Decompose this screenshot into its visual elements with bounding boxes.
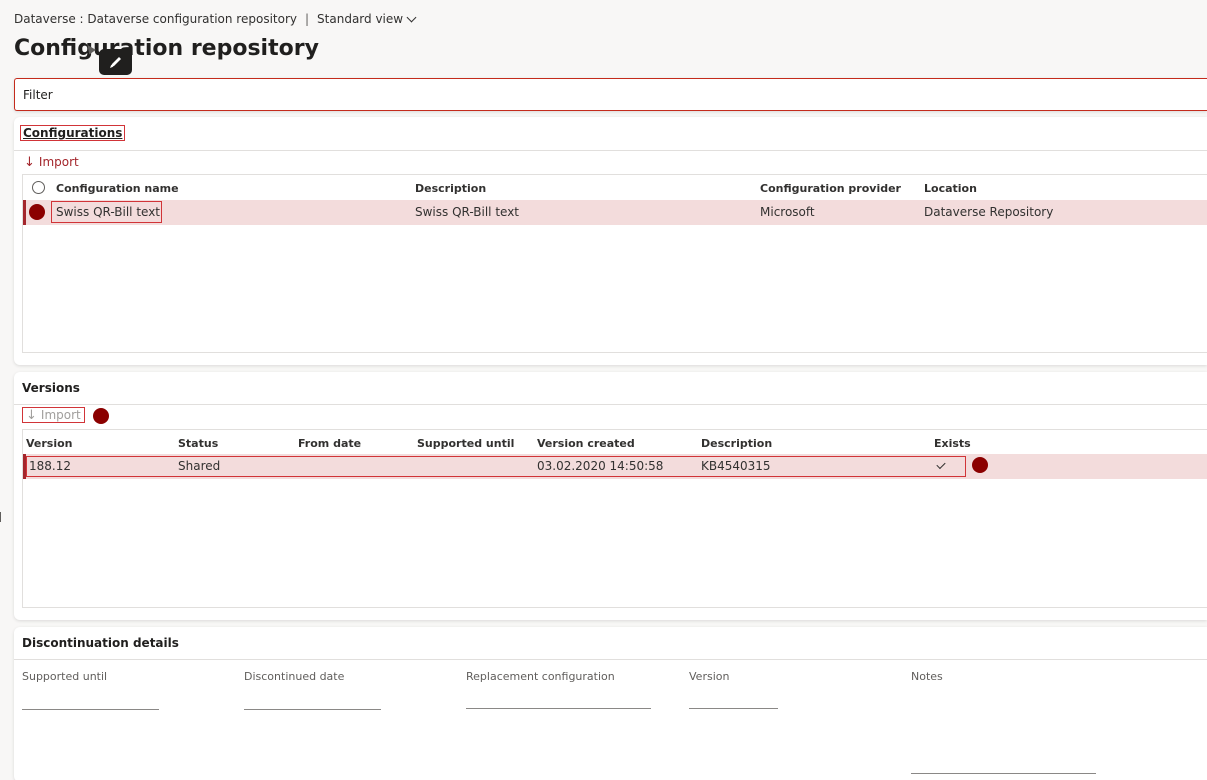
configurations-import-label: Import — [38, 155, 79, 169]
discontinuation-title: Discontinuation details — [22, 636, 179, 650]
configurations-grid: Configuration name Description Configura… — [22, 174, 1207, 353]
versions-divider — [14, 404, 1207, 405]
versions-panel: Versions ↓ Import Version Status From da… — [14, 372, 1207, 620]
col-configuration-provider[interactable]: Configuration provider — [760, 182, 901, 195]
configurations-import-button[interactable]: ↓ Import — [24, 155, 79, 169]
chevron-down-icon — [406, 12, 417, 22]
col-status[interactable]: Status — [178, 437, 218, 450]
table-row[interactable]: 188.12 Shared 03.02.2020 14:50:58 KB4540… — [23, 454, 1207, 479]
step-marker — [93, 408, 109, 424]
view-selector[interactable]: Standard view — [317, 12, 417, 26]
supported-until-field[interactable] — [22, 709, 159, 710]
col-location[interactable]: Location — [924, 182, 977, 195]
discontinuation-panel: Discontinuation details Supported until … — [14, 627, 1207, 780]
col-from-date[interactable]: From date — [298, 437, 361, 450]
versions-import-button[interactable]: ↓ Import — [22, 407, 85, 423]
window-edge-marker — [0, 512, 1, 522]
filter-label: Filter — [23, 88, 53, 102]
version-field[interactable] — [689, 708, 778, 709]
versions-grid: Version Status From date Supported until… — [22, 429, 1207, 608]
view-selector-label: Standard view — [317, 12, 404, 26]
breadcrumb: Dataverse : Dataverse configuration repo… — [14, 12, 417, 26]
replacement-configuration-field[interactable] — [466, 708, 651, 709]
col-version-created[interactable]: Version created — [537, 437, 635, 450]
col-description[interactable]: Description — [701, 437, 772, 450]
table-row[interactable]: Swiss QR-Bill text Swiss QR-Bill text Mi… — [23, 200, 1207, 225]
supported-until-label: Supported until — [22, 670, 108, 683]
versions-title: Versions — [22, 381, 80, 395]
configuration-location-cell: Dataverse Repository — [924, 205, 1054, 219]
versions-import-label: Import — [40, 408, 81, 422]
col-supported-until[interactable]: Supported until — [417, 437, 514, 450]
notes-field[interactable] — [911, 773, 1096, 774]
version-label: Version — [689, 670, 730, 683]
version-cell[interactable]: 188.12 — [29, 459, 71, 473]
configuration-description-cell: Swiss QR-Bill text — [415, 205, 520, 219]
configuration-provider-cell: Microsoft — [760, 205, 815, 219]
step-marker — [972, 457, 988, 473]
pen-icon — [109, 57, 121, 68]
col-description[interactable]: Description — [415, 182, 486, 195]
download-arrow-icon: ↓ — [26, 407, 37, 423]
breadcrumb-separator: | — [305, 12, 310, 26]
version-row-highlight — [26, 456, 966, 477]
configuration-name-cell[interactable]: Swiss QR-Bill text — [56, 205, 160, 219]
col-exists[interactable]: Exists — [934, 437, 971, 450]
configurations-divider — [14, 150, 1207, 151]
version-description-cell: KB4540315 — [701, 459, 771, 473]
status-cell: Shared — [178, 459, 221, 473]
discontinuation-divider — [14, 659, 1207, 660]
replacement-configuration-label: Replacement configuration — [466, 670, 615, 683]
page-title: Configuration repository — [14, 36, 319, 61]
download-arrow-icon: ↓ — [24, 154, 35, 170]
configurations-panel: Configurations ↓ Import Configuration na… — [14, 117, 1207, 365]
step-marker — [29, 204, 45, 220]
notes-label: Notes — [911, 670, 943, 683]
col-version[interactable]: Version — [26, 437, 73, 450]
col-configuration-name[interactable]: Configuration name — [56, 182, 179, 195]
discontinued-date-field[interactable] — [244, 709, 381, 710]
filter-panel[interactable]: Filter — [14, 78, 1207, 111]
discontinued-date-label: Discontinued date — [244, 670, 345, 683]
configurations-title[interactable]: Configurations — [20, 125, 126, 141]
select-all-radio[interactable] — [32, 181, 45, 194]
version-created-cell: 03.02.2020 14:50:58 — [537, 459, 664, 473]
pen-tooltip — [99, 49, 132, 75]
breadcrumb-path[interactable]: Dataverse : Dataverse configuration repo… — [14, 12, 297, 26]
